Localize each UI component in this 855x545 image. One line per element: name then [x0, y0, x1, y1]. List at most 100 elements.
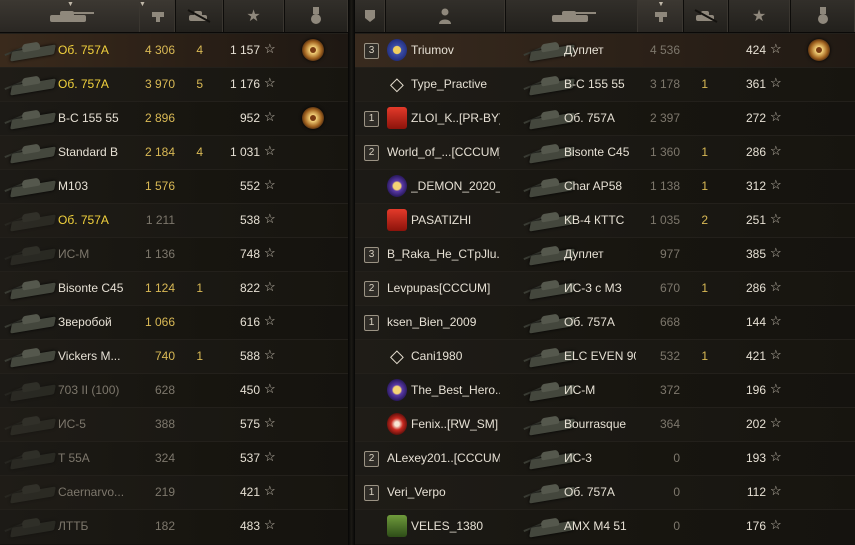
star-icon: ☆ — [264, 75, 276, 90]
table-row[interactable]: ИС-М 1 136 748 ☆ — [0, 237, 348, 272]
damage-value: 1 138 — [649, 179, 680, 193]
tank-icon — [4, 276, 58, 302]
table-row[interactable]: Bisonte C45 1 124 1 822 ☆ — [0, 271, 348, 306]
table-row[interactable]: PASATIZHI KB-4 КТТС 1 035 2 251 ☆ — [355, 203, 855, 238]
damage-value: 0 — [673, 519, 680, 533]
tank-name: Vickers M... — [58, 349, 121, 363]
clan-emblem-icon — [387, 515, 407, 537]
sort-xp-header[interactable]: ★ — [223, 0, 285, 32]
table-row[interactable]: Standard B 2 184 4 1 031 ☆ — [0, 135, 348, 170]
player-name: B_Raka_He_CTpJlu... — [387, 247, 500, 261]
sort-arrow-icon: ▼ — [139, 1, 146, 8]
tank-name: Об. 757А — [58, 43, 109, 57]
table-row[interactable]: Type_Practive B-C 155 55 3 178 1 361 ☆ — [355, 67, 855, 102]
panel-divider — [348, 0, 355, 545]
tank-name: Дуплет — [564, 247, 604, 261]
damage-value: 668 — [659, 315, 680, 329]
table-row[interactable]: Об. 757А 1 211 538 ☆ — [0, 203, 348, 238]
table-row[interactable]: Об. 757А 4 306 4 1 157 ☆ — [0, 33, 348, 68]
table-row[interactable]: M103 1 576 552 ☆ — [0, 169, 348, 204]
player-name: The_Best_Hero... — [411, 383, 500, 397]
star-icon: ☆ — [770, 211, 782, 226]
tank-icon — [4, 140, 58, 166]
tank-name: Bisonte C45 — [564, 145, 630, 159]
sort-medal-header[interactable] — [284, 0, 348, 32]
table-row[interactable]: Vickers M... 740 1 588 ☆ — [0, 339, 348, 374]
tank-name: Standard B — [58, 145, 119, 159]
table-row[interactable]: Зверобой 1 066 616 ☆ — [0, 305, 348, 340]
table-row[interactable]: 2 ALexey201..[CCCUM] ИС-3 0 193 ☆ — [355, 441, 855, 476]
star-icon: ☆ — [770, 143, 782, 158]
tank-icon — [4, 72, 58, 98]
table-row[interactable]: B-C 155 55 2 896 952 ☆ — [0, 101, 348, 136]
star-icon: ☆ — [264, 41, 276, 56]
table-row[interactable]: 1 ZLOI_K..[PR-BY] Об. 757А 2 397 272 ☆ — [355, 101, 855, 136]
xp-value: 822 — [239, 281, 260, 295]
xp-value: 1 176 — [229, 77, 260, 91]
tank-name: AMX M4 51 — [564, 519, 627, 533]
sort-damage-header[interactable]: ▼ — [638, 0, 684, 32]
table-row[interactable]: ИС-5 388 575 ☆ — [0, 407, 348, 442]
star-icon: ☆ — [770, 245, 782, 260]
xp-value: 450 — [239, 383, 260, 397]
damage-value: 1 124 — [144, 281, 175, 295]
player-name: World_of_...[CCCUM] — [387, 145, 500, 159]
tank-name: 703 II (100) — [58, 383, 120, 397]
medal-icon — [311, 7, 321, 24]
kills-icon — [694, 9, 717, 23]
sort-platoon-header[interactable] — [355, 0, 386, 32]
sort-kills-header[interactable] — [683, 0, 729, 32]
table-row[interactable]: The_Best_Hero... ИС-М 372 196 ☆ — [355, 373, 855, 408]
sort-tank-header[interactable] — [505, 0, 639, 32]
sort-medal-header[interactable] — [790, 0, 855, 32]
xp-value: 952 — [239, 111, 260, 125]
tank-name: Дуплет — [564, 43, 604, 57]
table-row[interactable]: 3 B_Raka_He_CTpJlu... Дуплет 977 385 ☆ — [355, 237, 855, 272]
damage-value: 0 — [673, 485, 680, 499]
sort-player-header[interactable] — [385, 0, 506, 32]
medal-icon — [302, 107, 324, 129]
table-row[interactable]: 3 Triumov Дуплет 4 536 424 ☆ — [355, 33, 855, 68]
table-row[interactable]: Caernarvo... 219 421 ☆ — [0, 475, 348, 510]
star-icon: ☆ — [770, 517, 782, 532]
table-row[interactable]: VELES_1380 AMX M4 51 0 176 ☆ — [355, 509, 855, 544]
star-icon: ☆ — [264, 347, 276, 362]
star-icon: ☆ — [264, 517, 276, 532]
star-icon: ☆ — [770, 41, 782, 56]
damage-value: 2 184 — [144, 145, 175, 159]
star-icon: ☆ — [770, 381, 782, 396]
sort-damage-header[interactable]: ▼ — [139, 0, 176, 32]
table-row[interactable]: Об. 757А 3 970 5 1 176 ☆ — [0, 67, 348, 102]
kills-value: 1 — [701, 349, 708, 363]
platoon-badge: 2 — [364, 281, 379, 297]
table-row[interactable]: Fenix..[RW_SM] Bourrasque 364 202 ☆ — [355, 407, 855, 442]
table-row[interactable]: ЛТТБ 182 483 ☆ — [0, 509, 348, 544]
sort-kills-header[interactable] — [175, 0, 224, 32]
sort-xp-header[interactable]: ★ — [728, 0, 791, 32]
table-row[interactable]: 2 Levpupas[CCCUM] ИС-3 с МЗ 670 1 286 ☆ — [355, 271, 855, 306]
star-icon: ☆ — [264, 449, 276, 464]
player-name: _DEMON_2020_ — [411, 179, 500, 193]
left-header: ▼ ▼ ★ — [0, 0, 348, 33]
kills-value: 1 — [701, 145, 708, 159]
damage-value: 977 — [659, 247, 680, 261]
xp-value: 537 — [239, 451, 260, 465]
table-row[interactable]: Cani1980 ELC EVEN 90 532 1 421 ☆ — [355, 339, 855, 374]
player-name: ksen_Bien_2009 — [387, 315, 477, 329]
damage-value: 670 — [659, 281, 680, 295]
sort-tank-header[interactable]: ▼ — [0, 0, 141, 32]
table-row[interactable]: 1 ksen_Bien_2009 Об. 757А 668 144 ☆ — [355, 305, 855, 340]
table-row[interactable]: 703 II (100) 628 450 ☆ — [0, 373, 348, 408]
xp-value: 1 157 — [229, 43, 260, 57]
tank-icon — [4, 310, 58, 336]
kills-value: 1 — [701, 77, 708, 91]
table-row[interactable]: 2 World_of_...[CCCUM] Bisonte C45 1 360 1 286… — [355, 135, 855, 170]
table-row[interactable]: T 55A 324 537 ☆ — [0, 441, 348, 476]
damage-value: 1 066 — [144, 315, 175, 329]
damage-value: 1 211 — [145, 213, 175, 227]
table-row[interactable]: _DEMON_2020_ Char AP58 1 138 1 312 ☆ — [355, 169, 855, 204]
table-row[interactable]: 1 Veri_Verpo Об. 757А 0 112 ☆ — [355, 475, 855, 510]
right-header: ▼ ★ — [355, 0, 855, 33]
tank-icon — [4, 378, 58, 404]
star-icon: ☆ — [770, 75, 782, 90]
